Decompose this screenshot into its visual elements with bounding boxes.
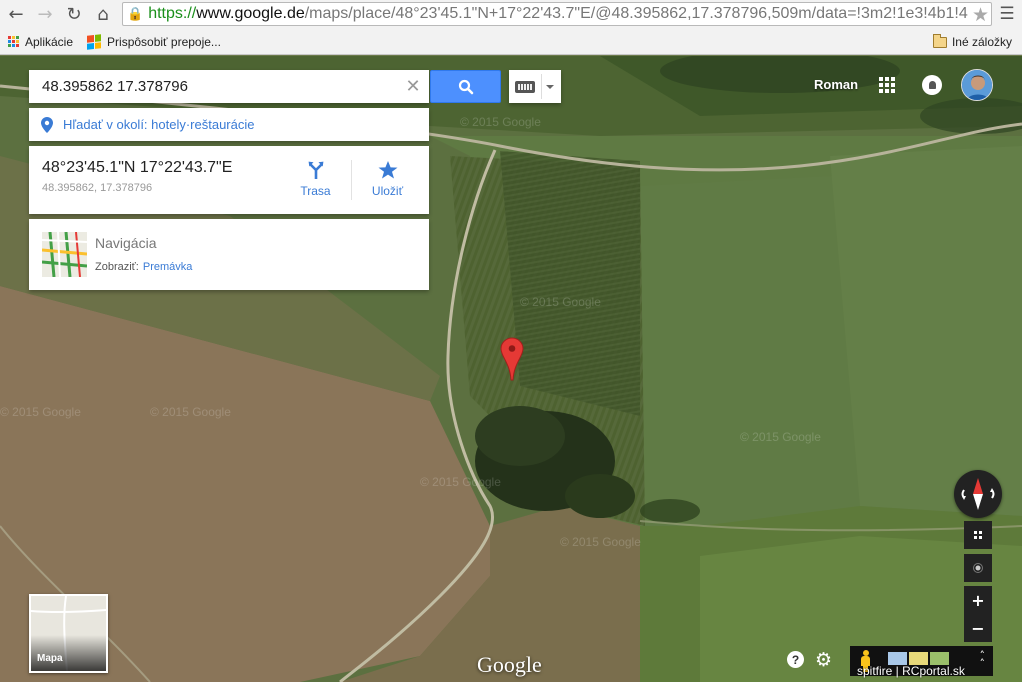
star-icon <box>378 161 397 179</box>
zoom-in-button[interactable]: + <box>964 586 992 614</box>
directions-button[interactable]: Trasa <box>277 146 354 214</box>
lock-icon: 🔒 <box>127 6 144 22</box>
windows-icon <box>87 33 102 50</box>
svg-text:© 2015 Google: © 2015 Google <box>740 430 821 444</box>
folder-icon <box>932 33 947 48</box>
save-label: Uložiť <box>371 184 404 198</box>
directions-icon <box>308 161 323 179</box>
search-box[interactable]: ✕ <box>29 70 429 103</box>
home-button[interactable]: ⌂ <box>90 1 116 27</box>
user-name[interactable]: Roman <box>814 77 858 92</box>
svg-text:© 2015 Google: © 2015 Google <box>0 405 81 419</box>
compass-control[interactable] <box>954 470 1002 518</box>
clear-search-icon[interactable]: ✕ <box>401 74 425 98</box>
bookmark-apps[interactable]: Aplikácie <box>4 31 77 53</box>
svg-text:© 2015 Google: © 2015 Google <box>420 475 501 489</box>
svg-text:© 2015 Google: © 2015 Google <box>150 405 231 419</box>
back-button[interactable]: ← <box>3 1 29 27</box>
grid-icon <box>974 531 982 539</box>
tilt-button[interactable] <box>964 521 992 549</box>
nearby-text[interactable]: Hľadať v okolí: hotely·reštaurácie <box>63 117 254 132</box>
directions-label: Trasa <box>300 184 331 198</box>
show-label: Zobraziť: <box>95 261 139 273</box>
apps-icon <box>8 36 19 47</box>
map-view-toggle[interactable]: Mapa <box>29 594 108 673</box>
url-host: www.google.de <box>196 5 305 22</box>
compass-icon <box>961 478 995 510</box>
expand-chevron-icon[interactable]: ˄ ˄ <box>980 650 986 669</box>
svg-text:© 2015 Google: © 2015 Google <box>560 535 641 549</box>
bookmark-label: Prispôsobiť prepoje... <box>107 34 221 49</box>
avatar[interactable] <box>961 69 993 101</box>
minimap-label: Mapa <box>37 653 63 664</box>
location-marker-icon[interactable] <box>500 337 524 381</box>
bookmark-label: Aplikácie <box>25 34 74 49</box>
input-tools-button[interactable] <box>509 70 561 103</box>
zoom-out-button[interactable]: − <box>964 614 992 642</box>
svg-text:© 2015 Google: © 2015 Google <box>460 115 541 129</box>
location-pin-icon <box>41 116 53 133</box>
bookmark-star-icon[interactable]: ★ <box>972 4 989 25</box>
keyboard-icon <box>515 80 535 93</box>
photo-credit: spitfire | RCportal.sk <box>857 664 965 678</box>
notifications-icon[interactable] <box>922 75 942 95</box>
search-input[interactable] <box>29 71 389 102</box>
url-scheme: https:// <box>148 5 197 22</box>
gear-icon[interactable]: ⚙ <box>815 649 832 671</box>
traffic-link[interactable]: Premávka <box>143 261 193 273</box>
google-logo: Google <box>477 652 542 677</box>
search-button[interactable] <box>430 70 501 103</box>
other-bookmarks[interactable]: Iné záložky <box>929 31 1016 53</box>
place-title: 48°23'45.1"N 17°22'43.7"E <box>42 159 233 176</box>
search-icon <box>458 79 473 94</box>
other-bookmarks-label: Iné záložky <box>951 35 1012 49</box>
help-icon[interactable]: ? <box>787 651 804 668</box>
traffic-thumbnail[interactable] <box>42 232 87 277</box>
svg-text:© 2015 Google: © 2015 Google <box>520 295 601 309</box>
my-location-button[interactable] <box>964 554 992 582</box>
place-card: 48°23'45.1"N 17°22'43.7"E 48.395862, 17.… <box>29 146 429 214</box>
traffic-map-icon <box>42 232 87 277</box>
navigation-card: Navigácia Zobraziť: Premávka <box>29 219 429 290</box>
forward-button[interactable]: → <box>32 1 58 27</box>
address-bar[interactable]: 🔒 https://www.google.de/maps/place/48°23… <box>122 2 992 26</box>
search-nearby[interactable]: Hľadať v okolí: hotely·reštaurácie <box>29 108 429 141</box>
my-location-icon <box>973 563 983 573</box>
divider <box>541 74 542 99</box>
place-coordinates: 48.395862, 17.378796 <box>42 182 153 194</box>
browser-toolbar: ← → ↻ ⌂ 🔒 https://www.google.de/maps/pla… <box>0 0 1022 29</box>
reload-button[interactable]: ↻ <box>61 1 87 27</box>
chrome-menu-icon[interactable]: ☰ <box>996 2 1018 26</box>
bookmark-customize[interactable]: Prispôsobiť prepoje... <box>83 31 225 53</box>
chevron-down-icon[interactable] <box>546 84 554 89</box>
bookmarks-bar: Aplikácie Prispôsobiť prepoje... Iné zál… <box>0 29 1022 55</box>
navigation-show-row: Zobraziť: Premávka <box>95 261 192 273</box>
save-button[interactable]: Uložiť <box>349 146 426 214</box>
url-path: /maps/place/48°23'45.1"N+17°22'43.7"E/@4… <box>304 5 968 22</box>
navigation-title: Navigácia <box>95 235 157 251</box>
google-apps-icon[interactable] <box>879 77 895 93</box>
